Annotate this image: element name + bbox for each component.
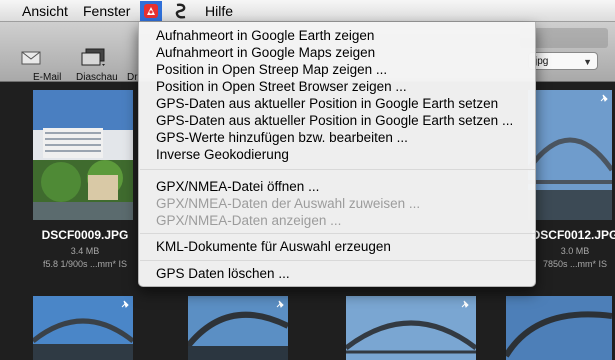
menu-separator xyxy=(140,260,535,261)
menu-item[interactable]: GPS-Daten aus aktueller Position in Goog… xyxy=(156,112,513,129)
pin-icon xyxy=(276,300,284,308)
photo-size: 3.4 MB xyxy=(70,246,100,256)
script-icon[interactable] xyxy=(170,1,192,21)
photo-thumb[interactable] xyxy=(33,90,133,220)
menu-item-disabled: GPX/NMEA-Daten der Auswahl zuweisen ... xyxy=(156,196,421,211)
format-dropdown[interactable]: jpg ▼ xyxy=(528,52,598,70)
menu-bar: Ansicht Fenster Hilfe xyxy=(0,0,615,22)
photo-meta: f5.8 1/900s ...mm* IS xyxy=(42,259,128,269)
photo-thumb[interactable] xyxy=(33,296,133,360)
menu-item[interactable]: GPX/NMEA-Datei öffnen ... xyxy=(156,178,319,195)
mail-icon xyxy=(21,51,41,65)
photo-meta: 7850s ...mm* IS xyxy=(542,259,608,269)
menu-item[interactable]: Position in Open Streep Map zeigen ... xyxy=(156,61,387,78)
menu-item[interactable]: Aufnahmeort in Google Maps zeigen xyxy=(156,44,375,61)
photo-name: DSCF0009.JPG xyxy=(41,228,129,242)
photo-size: 3.0 MB xyxy=(560,246,590,256)
format-dropdown-value: jpg xyxy=(535,56,549,67)
menu-item[interactable]: GPS-Daten aus aktueller Position in Goog… xyxy=(156,95,498,112)
menu-item[interactable]: Position in Open Street Browser zeigen .… xyxy=(156,78,407,95)
slideshow-icon xyxy=(81,48,105,66)
pin-icon xyxy=(121,300,129,308)
photo-name: DSCF0012.JPG xyxy=(531,228,615,242)
menu-fenster[interactable]: Fenster xyxy=(83,0,130,21)
photo-thumb[interactable] xyxy=(506,296,612,360)
email-button[interactable] xyxy=(17,50,47,71)
menu-item[interactable]: Inverse Geokodierung xyxy=(156,146,289,163)
gps-menu: Aufnahmeort in Google Earth zeigen Aufna… xyxy=(138,22,536,287)
menu-separator xyxy=(140,169,535,170)
menu-item[interactable]: GPS Daten löschen ... xyxy=(156,265,290,282)
menu-item-disabled: GPX/NMEA-Daten anzeigen ... xyxy=(156,213,342,228)
menu-item[interactable]: KML-Dokumente für Auswahl erzeugen xyxy=(156,238,391,255)
menu-separator xyxy=(140,233,535,234)
menu-item[interactable]: Aufnahmeort in Google Earth zeigen xyxy=(156,27,374,44)
pin-icon xyxy=(461,300,469,308)
menu-hilfe[interactable]: Hilfe xyxy=(205,0,233,21)
photo-thumb[interactable] xyxy=(346,296,476,360)
photo-thumb[interactable] xyxy=(528,90,612,220)
pin-icon xyxy=(600,94,608,102)
slideshow-button[interactable] xyxy=(78,48,110,73)
menu-item[interactable]: GPS-Werte hinzufügen bzw. bearbeiten ... xyxy=(156,129,408,146)
chevron-down-icon: ▼ xyxy=(583,57,592,67)
photo-thumb[interactable] xyxy=(188,296,288,360)
gps-tool-icon[interactable] xyxy=(140,1,162,21)
menu-ansicht[interactable]: Ansicht xyxy=(22,0,68,21)
